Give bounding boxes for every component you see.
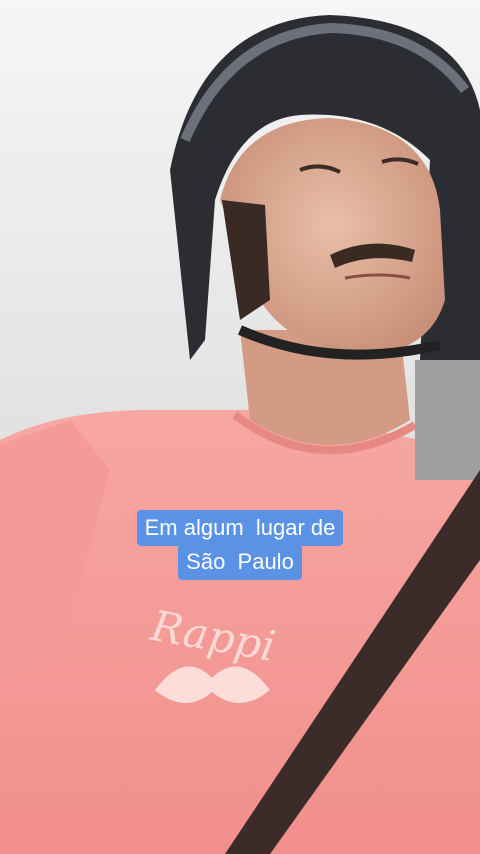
background-pole	[415, 360, 480, 480]
story-caption: Em algum lugar de São Paulo	[0, 510, 480, 580]
caption-line-1: Em algum lugar de	[136, 510, 344, 546]
story-frame: Rappi Em algum lugar de São Paulo	[0, 0, 480, 854]
caption-line-2: São Paulo	[178, 544, 302, 580]
selfie-photo: Rappi	[0, 0, 480, 854]
